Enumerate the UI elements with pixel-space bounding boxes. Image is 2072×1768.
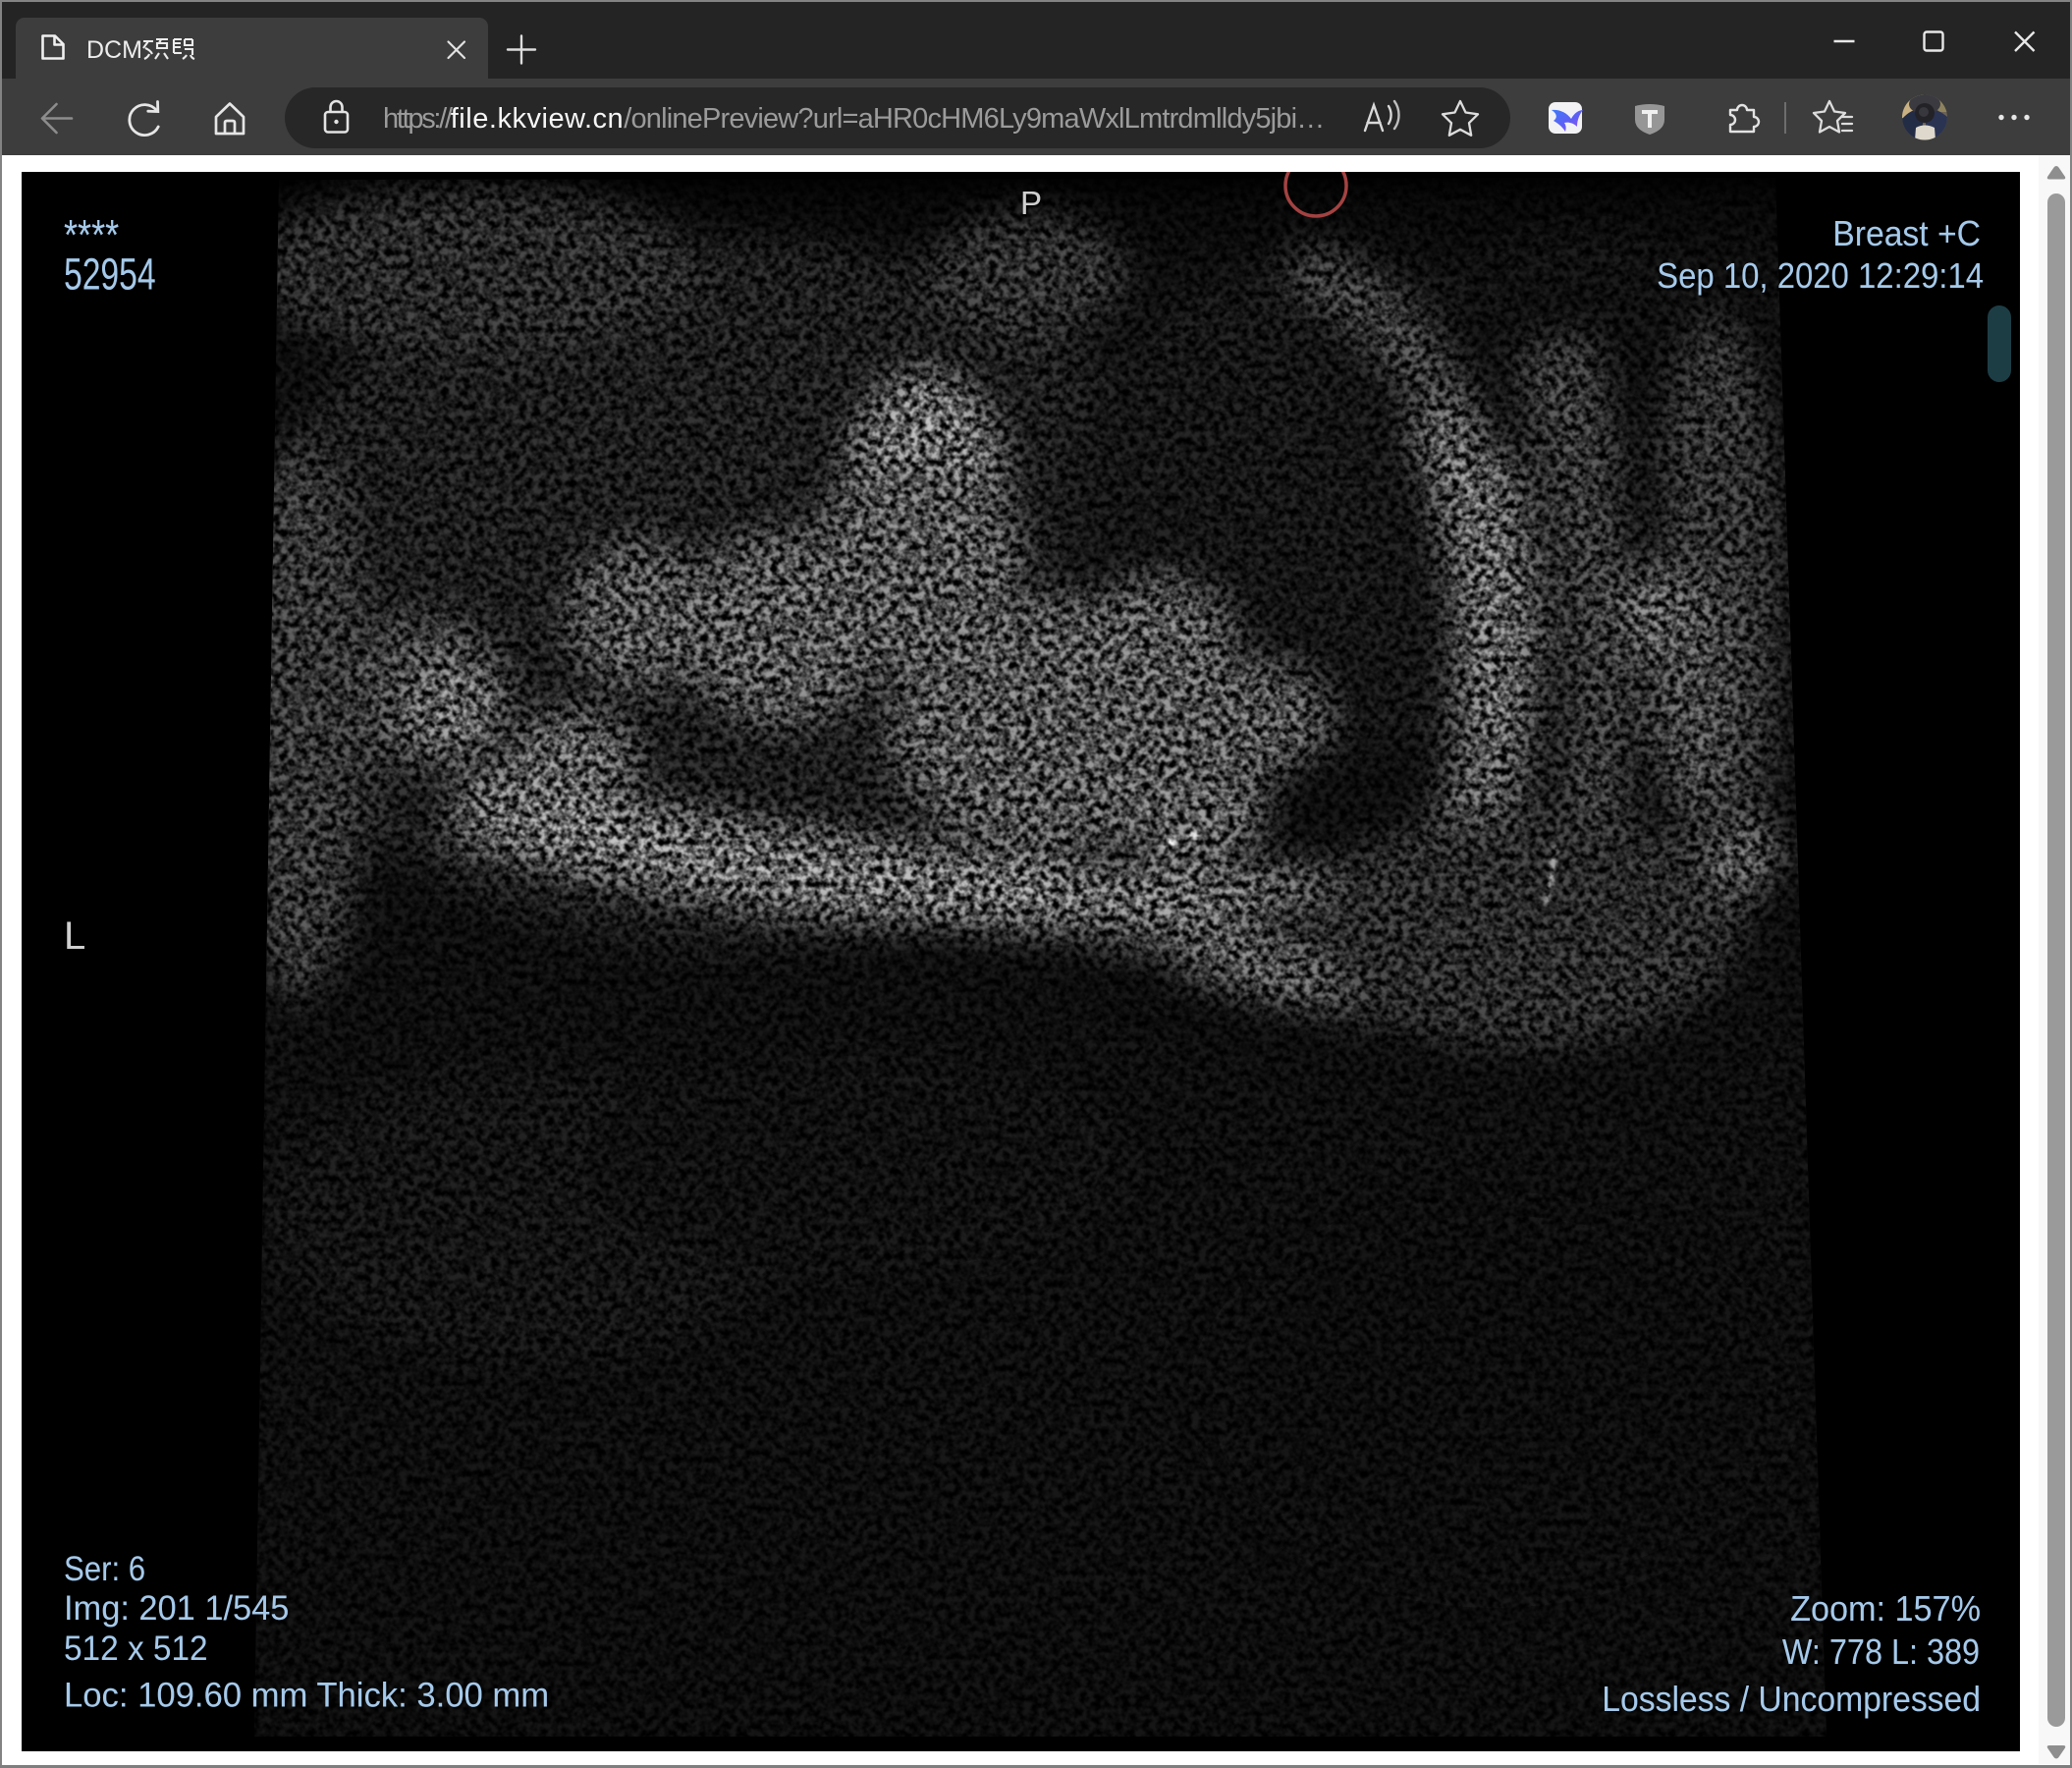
svg-text:P: P — [1020, 185, 1042, 221]
svg-text:52954: 52954 — [64, 250, 156, 300]
svg-text:DCM: DCM — [86, 36, 142, 64]
svg-text:W: 778 L: 389: W: 778 L: 389 — [1782, 1632, 1980, 1672]
svg-text:Zoom: 157%: Zoom: 157% — [1790, 1589, 1981, 1629]
svg-text:Lossless / Uncompressed: Lossless / Uncompressed — [1602, 1680, 1981, 1719]
svg-text:Breast +C: Breast +C — [1832, 214, 1981, 253]
svg-text:https://file.kkview.cn/onlineP: https://file.kkview.cn/onlinePreview?url… — [383, 103, 1325, 135]
svg-text:512 x 512: 512 x 512 — [64, 1630, 208, 1668]
svg-text:Img: 201 1/545: Img: 201 1/545 — [64, 1590, 289, 1628]
svg-text:Loc: 109.60 mm Thick: 3.00 mm: Loc: 109.60 mm Thick: 3.00 mm — [64, 1676, 549, 1714]
svg-text:Sep 10, 2020 12:29:14: Sep 10, 2020 12:29:14 — [1657, 257, 1984, 297]
svg-text:Ser: 6: Ser: 6 — [64, 1550, 145, 1588]
svg-text:L: L — [64, 914, 85, 958]
